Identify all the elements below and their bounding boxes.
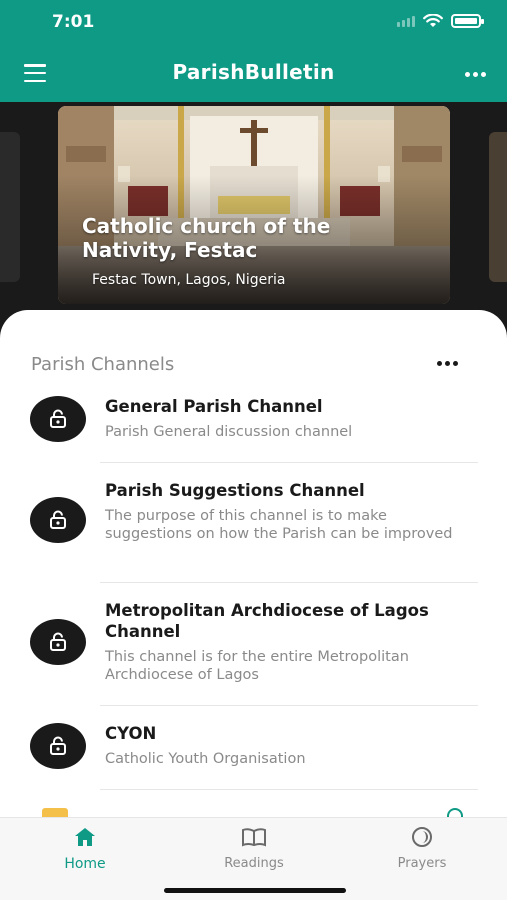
channel-name: General Parish Channel [105,397,323,416]
channel-item-cyon[interactable]: CYON Catholic Youth Organisation [30,723,478,773]
lock-icon [30,497,86,543]
divider [100,705,478,706]
home-indicator [164,888,346,893]
previous-parish-card[interactable] [0,132,20,282]
parish-carousel[interactable]: Catholic church of the Nativity, Festac … [0,102,507,322]
home-icon [75,828,95,846]
battery-icon [451,14,484,28]
channel-name: Metropolitan Archdiocese of Lagos Channe… [105,601,429,641]
lock-icon [30,396,86,442]
parish-hero-card[interactable]: Catholic church of the Nativity, Festac … [58,106,450,304]
tab-home[interactable]: Home [25,826,145,872]
parish-name: Catholic church of the Nativity, Festac [82,214,331,262]
divider [100,462,478,463]
tab-prayers[interactable]: Prayers [362,826,482,871]
channels-sheet: Parish Channels General Parish Channel P… [0,310,507,900]
bottom-tab-bar: Home Readings Prayers [0,817,507,900]
channel-item-suggestions[interactable]: Parish Suggestions Channel The purpose o… [30,480,478,560]
channel-description: Parish General discussion channel [105,424,353,440]
channel-description: The purpose of this channel is to make s… [105,508,453,542]
channel-description: Catholic Youth Organisation [105,751,306,767]
channel-description: This channel is for the entire Metropoli… [105,649,409,683]
channel-item-archdiocese[interactable]: Metropolitan Archdiocese of Lagos Channe… [30,600,478,686]
tab-label: Home [64,856,106,872]
prayers-icon [412,827,432,847]
channels-more-button[interactable] [437,361,459,367]
channel-name: Parish Suggestions Channel [105,481,365,500]
status-icons [397,14,484,28]
cellular-signal-icon [397,15,415,27]
status-time: 7:01 [52,12,95,32]
divider [100,789,478,790]
book-icon [242,828,266,847]
lock-icon [30,619,86,665]
tab-readings[interactable]: Readings [194,826,314,871]
app-title: ParishBulletin [172,60,335,84]
lock-icon [30,723,86,769]
divider [100,582,478,583]
section-title: Parish Channels [31,354,175,375]
tab-label: Readings [224,856,284,871]
channel-name: CYON [105,724,157,743]
wifi-icon [423,14,443,27]
parish-location: Festac Town, Lagos, Nigeria [92,272,286,288]
app-header: 7:01 ParishBulletin [0,0,507,102]
tab-label: Prayers [397,856,447,871]
channel-item-general[interactable]: General Parish Channel Parish General di… [30,396,478,446]
next-parish-card[interactable] [489,132,507,282]
more-options-button[interactable] [465,64,487,84]
